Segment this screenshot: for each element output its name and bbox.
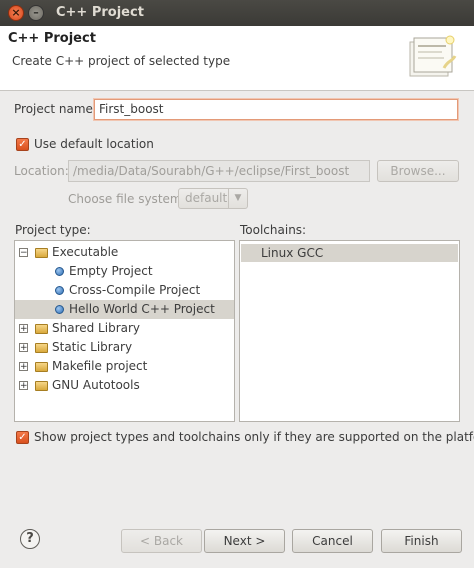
toolchains-list[interactable]: Linux GCC: [239, 240, 460, 422]
location-label: Location:: [14, 164, 69, 178]
project-name-label: Project name:: [14, 102, 97, 116]
use-default-location-label: Use default location: [34, 137, 154, 151]
back-button[interactable]: < Back: [121, 529, 202, 553]
tree-item-label: Shared Library: [52, 321, 141, 335]
next-button[interactable]: Next >: [204, 529, 285, 553]
folder-icon: [35, 248, 48, 258]
show-supported-only-label: Show project types and toolchains only i…: [34, 430, 474, 444]
tree-item-gnu-autotools[interactable]: + GNU Autotools: [15, 376, 234, 395]
expand-icon[interactable]: +: [19, 324, 28, 334]
wizard-header: C++ Project Create C++ project of select…: [0, 26, 474, 91]
tree-item-makefile-project[interactable]: + Makefile project: [15, 357, 234, 376]
tree-item-shared-library[interactable]: + Shared Library: [15, 319, 234, 338]
collapse-icon[interactable]: −: [19, 248, 28, 258]
expand-icon[interactable]: +: [19, 362, 28, 372]
show-supported-only-checkbox[interactable]: ✓: [16, 431, 29, 444]
file-system-select[interactable]: default ▼: [178, 188, 248, 209]
toolchains-label: Toolchains:: [240, 223, 307, 237]
project-name-input[interactable]: First_boost: [94, 99, 458, 120]
chevron-down-icon: ▼: [228, 189, 247, 208]
tree-item-label: Hello World C++ Project: [69, 302, 215, 316]
browse-button[interactable]: Browse...: [377, 160, 459, 182]
file-system-label: Choose file system:: [68, 192, 186, 206]
folder-icon: [35, 343, 48, 353]
folder-icon: [35, 324, 48, 334]
use-default-location-checkbox[interactable]: ✓: [16, 138, 29, 151]
window-titlebar: × – C++ Project: [0, 0, 474, 26]
folder-icon: [35, 362, 48, 372]
toolchain-item-label: Linux GCC: [261, 246, 324, 260]
window-title: C++ Project: [56, 5, 144, 20]
tree-item-label: GNU Autotools: [52, 378, 140, 392]
tree-item-label: Makefile project: [52, 359, 148, 373]
tree-item-label: Empty Project: [69, 264, 153, 278]
folder-icon: [35, 381, 48, 391]
file-system-value: default: [185, 191, 228, 205]
tree-item-label: Executable: [52, 245, 119, 259]
minimize-window-button[interactable]: –: [28, 5, 44, 21]
help-icon[interactable]: ?: [20, 529, 40, 549]
finish-button[interactable]: Finish: [381, 529, 462, 553]
cancel-button[interactable]: Cancel: [292, 529, 373, 553]
close-window-button[interactable]: ×: [8, 5, 24, 21]
page-title: C++ Project: [8, 31, 96, 46]
wizard-banner-icon: [409, 35, 457, 77]
project-bullet-icon: [55, 305, 64, 314]
location-input[interactable]: /media/Data/Sourabh/G++/eclipse/First_bo…: [68, 160, 370, 182]
tree-item-executable[interactable]: − Executable: [15, 243, 234, 262]
tree-item-cross-compile-project[interactable]: Cross-Compile Project: [15, 281, 234, 300]
tree-item-label: Static Library: [52, 340, 133, 354]
project-type-label: Project type:: [15, 223, 91, 237]
tree-item-hello-world-cpp-project[interactable]: Hello World C++ Project: [15, 300, 234, 319]
expand-icon[interactable]: +: [19, 343, 28, 353]
project-bullet-icon: [55, 267, 64, 276]
tree-item-empty-project[interactable]: Empty Project: [15, 262, 234, 281]
tree-item-label: Cross-Compile Project: [69, 283, 201, 297]
toolchain-item-linux-gcc[interactable]: Linux GCC: [241, 244, 458, 262]
tree-item-static-library[interactable]: + Static Library: [15, 338, 234, 357]
project-type-tree[interactable]: − Executable Empty Project Cross-Compile…: [14, 240, 235, 422]
project-bullet-icon: [55, 286, 64, 295]
page-subtitle: Create C++ project of selected type: [12, 54, 231, 68]
expand-icon[interactable]: +: [19, 381, 28, 391]
